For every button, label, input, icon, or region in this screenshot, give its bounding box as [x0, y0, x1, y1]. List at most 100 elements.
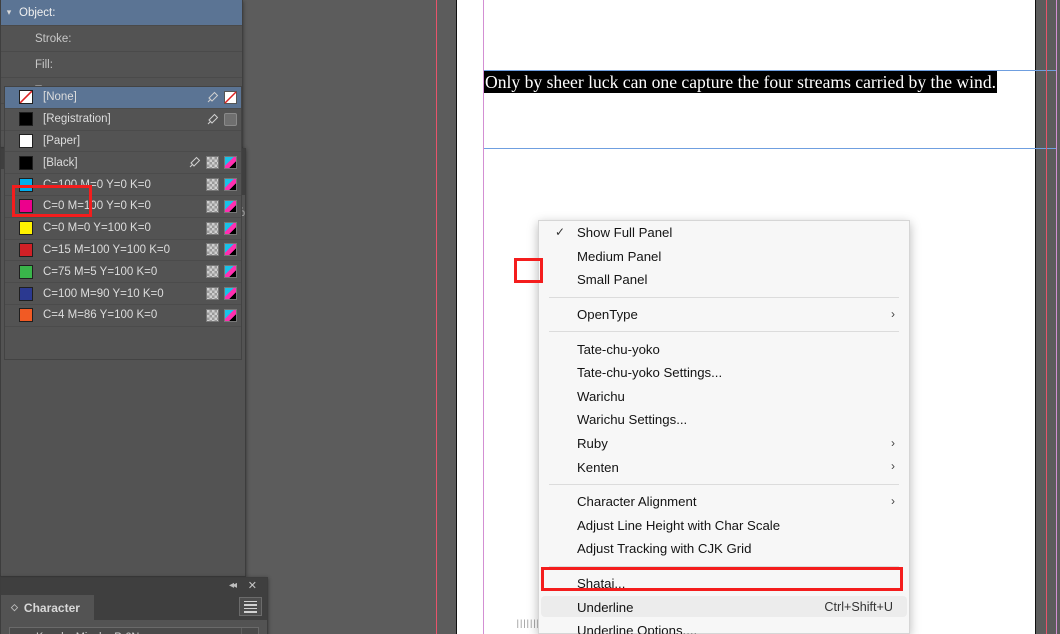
chevron-right-icon: › — [891, 459, 895, 474]
swatch-icons — [206, 109, 237, 130]
chevron-down-icon[interactable]: ▾ — [1, 7, 17, 18]
swatch-row[interactable]: C=100 M=0 Y=0 K=0 — [5, 174, 241, 196]
swatch-row[interactable]: [Paper] — [5, 131, 241, 153]
swatch-icons — [206, 196, 237, 217]
swatch-color-chip — [19, 199, 33, 214]
font-family-row[interactable]: 🔍 Kozuka Mincho Pr6N ▾ — [9, 627, 259, 634]
cmyk-icon — [224, 308, 237, 322]
menu-separator — [549, 483, 899, 485]
close-icon[interactable]: ✕ — [248, 579, 257, 592]
chevron-down-icon[interactable]: ▾ — [241, 628, 258, 634]
tint-icon — [206, 199, 219, 213]
chevron-right-icon: › — [891, 435, 895, 450]
menu-item[interactable]: Shatai... — [539, 572, 909, 596]
font-family-input[interactable]: Kozuka Mincho Pr6N ▾ — [9, 627, 259, 634]
tint-icon — [206, 156, 219, 170]
menu-item[interactable]: ✓ Show Full Panel — [539, 221, 909, 245]
tab-label: Character — [23, 600, 80, 615]
cmyk-icon — [224, 221, 237, 235]
swatch-row[interactable]: [Black] — [5, 152, 241, 175]
tint-icon — [206, 243, 219, 257]
swatch-row[interactable]: C=100 M=90 Y=10 K=0 — [5, 283, 241, 305]
menu-item-label: Medium Panel — [577, 248, 662, 264]
swatch-color-chip — [19, 133, 33, 148]
menu-item[interactable]: Warichu — [539, 385, 909, 409]
menu-separator — [549, 331, 899, 333]
menu-item-shortcut: Ctrl+Shift+U — [824, 600, 893, 615]
menu-item[interactable]: Tate-chu-yoko — [539, 337, 909, 361]
check-icon: ✓ — [555, 225, 566, 239]
swatch-name: [Paper] — [43, 134, 81, 147]
effects-row-fill[interactable]: Fill: — [1, 52, 242, 78]
pasteboard — [430, 0, 456, 634]
swatch-name: C=100 M=90 Y=10 K=0 — [43, 287, 164, 300]
eyedropper-icon — [206, 113, 219, 126]
selected-text[interactable]: Only by sheer luck can one capture the f… — [484, 71, 998, 93]
swatch-row[interactable]: C=4 M=86 Y=100 K=0 — [5, 305, 241, 327]
menu-item[interactable]: Kenten › — [539, 455, 909, 479]
swatch-icons — [206, 240, 237, 261]
swatch-row[interactable]: [Registration] — [5, 109, 241, 131]
swatch-icons — [206, 283, 237, 304]
tab-character[interactable]: ◇ Character — [1, 595, 94, 620]
menu-item-label: Kenten — [577, 459, 619, 475]
swatch-row[interactable]: C=0 M=100 Y=0 K=0 — [5, 196, 241, 218]
effects-row-label: Object: — [19, 6, 56, 19]
effects-row-label: Stroke: — [35, 32, 72, 45]
effects-row-object[interactable]: ▾ Object: — [1, 0, 242, 26]
tint-icon — [206, 308, 219, 322]
registration-icon — [224, 112, 237, 126]
swatch-name: C=15 M=100 Y=100 K=0 — [43, 243, 171, 256]
swatch-color-chip — [19, 90, 33, 105]
eyedropper-icon — [206, 91, 219, 104]
menu-item-label: OpenType — [577, 307, 638, 323]
menu-item[interactable]: Small Panel — [539, 268, 909, 292]
swatch-color-chip — [19, 242, 33, 257]
swatch-icons — [206, 261, 237, 282]
menu-item[interactable]: Adjust Line Height with Char Scale — [539, 514, 909, 538]
margin-guide-right — [1056, 0, 1057, 634]
swatch-color-chip — [19, 264, 33, 279]
cmyk-icon — [224, 243, 237, 257]
menu-item[interactable]: Underline Ctrl+Shift+U — [539, 595, 909, 619]
character-tabbar: ◇ Character — [1, 595, 267, 620]
swatch-name: [Registration] — [43, 113, 111, 126]
swatch-icons — [188, 152, 237, 173]
swatch-name: C=75 M=5 Y=100 K=0 — [43, 265, 158, 278]
character-panel-flyout-menu[interactable]: ✓ Show Full Panel Medium Panel Small Panel O… — [538, 220, 910, 634]
swatch-row[interactable]: C=15 M=100 Y=100 K=0 — [5, 240, 241, 262]
swatches-panel[interactable]: ◂◂ ✕ ◇ Swatches T ⇱ T Tint: › — [0, 86, 542, 628]
menu-item[interactable]: Warichu Settings... — [539, 408, 909, 432]
tab-grip-icon: ◇ — [11, 602, 18, 612]
menu-item-label: Ruby — [577, 436, 608, 452]
collapse-icon[interactable]: ◂◂ — [229, 580, 237, 591]
menu-item-label: Underline — [577, 599, 634, 615]
chevron-right-icon: › — [891, 493, 895, 508]
tint-icon — [206, 265, 219, 279]
swatch-icons — [206, 305, 237, 326]
menu-item[interactable]: Underline Options.... — [539, 619, 909, 634]
menu-item[interactable]: Tate-chu-yoko Settings... — [539, 361, 909, 385]
character-panel-menu-button[interactable] — [239, 597, 262, 616]
menu-item[interactable]: Ruby › — [539, 432, 909, 456]
swatches-list[interactable]: [None] [Registration] [Paper] [Black] C=100 … — [4, 86, 242, 360]
effects-row-stroke[interactable]: Stroke: — [1, 26, 242, 52]
cmyk-icon — [224, 156, 237, 170]
menu-item[interactable]: Adjust Tracking with CJK Grid — [539, 537, 909, 561]
swatch-row[interactable]: [None] — [5, 87, 241, 109]
bleed-guide-left — [436, 0, 437, 634]
swatch-name: [None] — [43, 91, 77, 104]
menu-item-label: Warichu — [577, 388, 625, 404]
cmyk-icon — [224, 287, 237, 301]
menu-item[interactable]: Character Alignment › — [539, 490, 909, 514]
swatch-row[interactable]: C=75 M=5 Y=100 K=0 — [5, 261, 241, 284]
swatch-name: C=100 M=0 Y=0 K=0 — [43, 178, 151, 191]
character-titlebar[interactable]: ◂◂ ✕ — [1, 578, 267, 595]
menu-item-label: Tate-chu-yoko Settings... — [577, 365, 723, 381]
swatch-icons — [206, 174, 237, 195]
menu-item-label: Adjust Tracking with CJK Grid — [577, 541, 752, 557]
menu-item[interactable]: Medium Panel — [539, 245, 909, 269]
menu-item[interactable]: OpenType › — [539, 303, 909, 327]
swatch-row[interactable]: C=0 M=0 Y=100 K=0 — [5, 218, 241, 240]
swatch-name: C=0 M=0 Y=100 K=0 — [43, 222, 151, 235]
